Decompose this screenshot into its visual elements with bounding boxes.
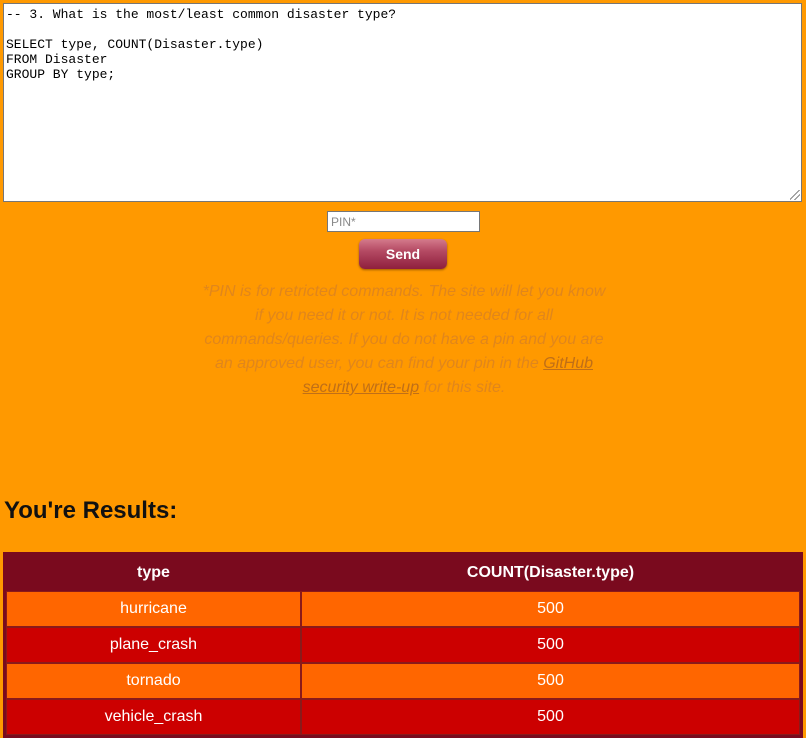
sql-query-textarea[interactable]: -- 3. What is the most/least common disa… (3, 3, 802, 202)
cell-count: 500 (301, 699, 800, 735)
table-row: vehicle_crash 500 (6, 699, 800, 735)
pin-note: *PIN is for retricted commands. The site… (200, 280, 608, 400)
textarea-resize-handle[interactable] (790, 190, 800, 200)
cell-count: 500 (301, 591, 800, 627)
table-header-row: type COUNT(Disaster.type) (6, 555, 800, 591)
column-header-count: COUNT(Disaster.type) (301, 555, 800, 591)
column-header-type: type (6, 555, 301, 591)
table-row: plane_crash 500 (6, 627, 800, 663)
pin-input[interactable] (327, 211, 480, 232)
cell-count: 500 (301, 627, 800, 663)
table-row: hurricane 500 (6, 591, 800, 627)
cell-type: plane_crash (6, 627, 301, 663)
cell-count: 500 (301, 663, 800, 699)
results-table: type COUNT(Disaster.type) hurricane 500 … (3, 552, 803, 738)
cell-type: tornado (6, 663, 301, 699)
cell-type: hurricane (6, 591, 301, 627)
send-button[interactable]: Send (359, 239, 447, 269)
table-row: tornado 500 (6, 663, 800, 699)
pin-note-text-end: for this site. (419, 379, 506, 396)
results-heading: You're Results: (4, 497, 178, 524)
cell-type: vehicle_crash (6, 699, 301, 735)
